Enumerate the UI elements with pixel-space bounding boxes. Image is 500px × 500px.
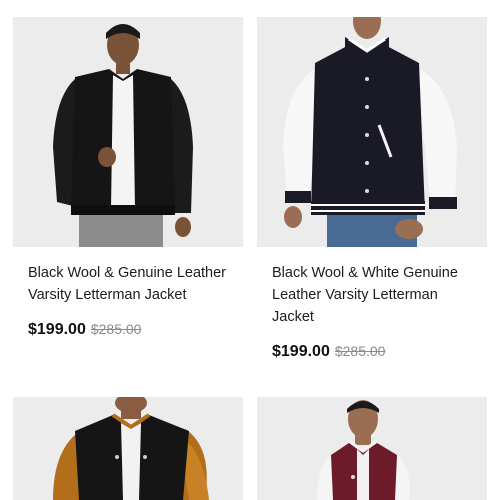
price-row: $199.00 $285.00: [257, 343, 487, 361]
product-title[interactable]: Black Wool & White Genuine Leather Varsi…: [257, 262, 487, 328]
product-image[interactable]: [13, 17, 243, 247]
compare-price: $285.00: [90, 321, 142, 337]
sale-price: $199.00: [272, 343, 330, 360]
sale-price: $199.00: [28, 321, 86, 338]
product-image[interactable]: [257, 397, 487, 500]
product-card[interactable]: Black Wool & White Genuine Leather Varsi…: [257, 17, 487, 361]
product-card[interactable]: [13, 397, 243, 500]
product-image[interactable]: [257, 17, 487, 247]
jacket-photo-icon: [257, 397, 487, 500]
compare-price: $285.00: [334, 343, 386, 359]
jacket-photo-icon: [257, 17, 487, 247]
product-card[interactable]: Black Wool & Genuine Leather Varsity Let…: [13, 17, 243, 339]
product-image[interactable]: [13, 397, 243, 500]
jacket-photo-icon: [13, 17, 243, 247]
product-title[interactable]: Black Wool & Genuine Leather Varsity Let…: [13, 262, 243, 306]
price-row: $199.00 $285.00: [13, 321, 243, 339]
product-card[interactable]: [257, 397, 487, 500]
jacket-photo-icon: [13, 397, 243, 500]
